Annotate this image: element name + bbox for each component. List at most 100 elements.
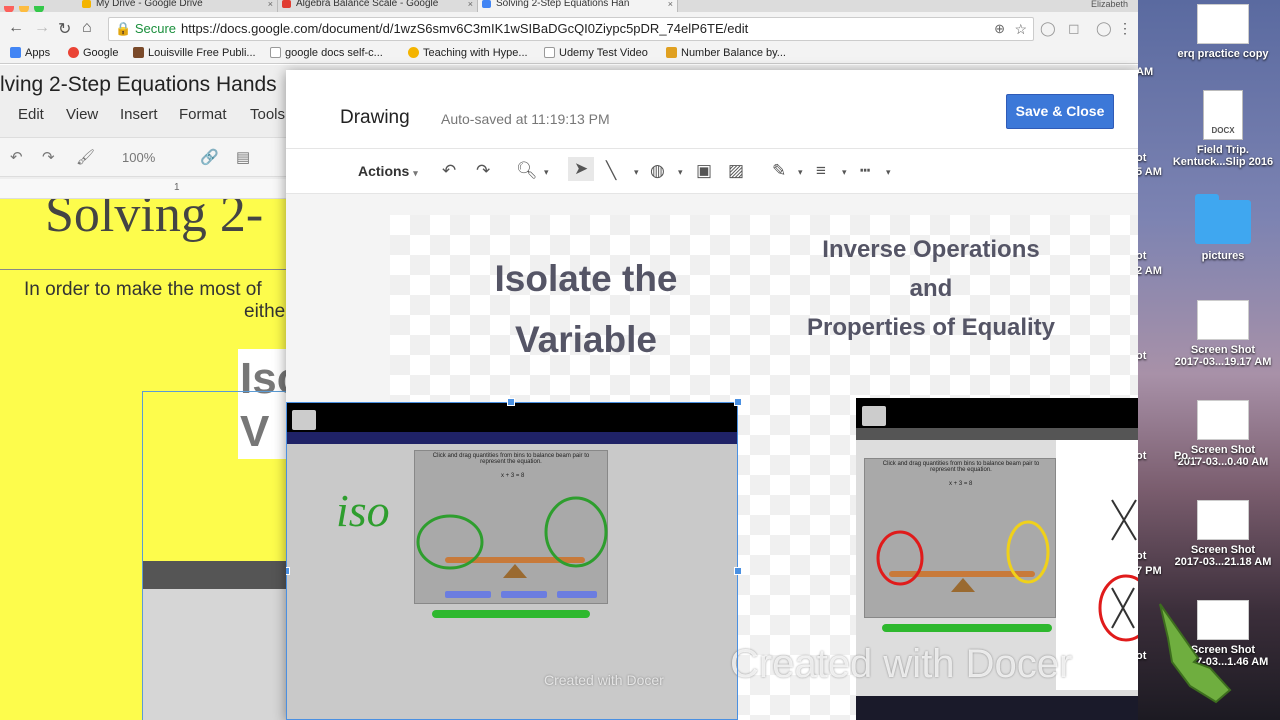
tab-balance-scale[interactable]: Algebra Balance Scale - Google × (278, 0, 478, 12)
bookmark-label: Teaching with Hype... (423, 47, 528, 59)
annotation-layer: iso (336, 485, 1138, 642)
comment-icon[interactable]: ▤ (236, 148, 250, 166)
divider (0, 269, 290, 270)
extension-icon[interactable]: ◻ (1068, 20, 1080, 37)
extension-icon[interactable]: ◯ (1096, 20, 1112, 37)
library-icon (133, 47, 144, 58)
undo-icon[interactable]: ↶ (10, 148, 23, 166)
desktop-file-fieldtrip[interactable]: Field Trip. Kentuck...Slip 2016 (1170, 90, 1276, 168)
tab-my-drive[interactable]: My Drive - Google Drive × (78, 0, 278, 12)
tab-solving-equations[interactable]: Solving 2-Step Equations Han × (478, 0, 678, 12)
close-tab-icon[interactable]: × (468, 0, 473, 9)
bookmark-label: Louisville Free Publi... (148, 47, 256, 59)
intro-text-continued: eithe (244, 301, 286, 322)
bookmark-hype[interactable]: Teaching with Hype... (408, 47, 528, 59)
bookmark-apps[interactable]: Apps (10, 47, 50, 59)
drawing-dialog: Drawing Auto-saved at 11:19:13 PM Save &… (286, 70, 1138, 720)
handwritten-iso: iso (336, 485, 390, 536)
page-icon (544, 47, 555, 58)
page-heading: Solving 2- (45, 199, 264, 243)
extension-icon[interactable]: ◯ (1040, 20, 1056, 37)
tab-label: Algebra Balance Scale - Google (296, 0, 439, 9)
desktop-side-fragment: 5 AM (1136, 166, 1162, 178)
desktop-file-label: pictures (1201, 250, 1245, 262)
tab-label: My Drive - Google Drive (96, 0, 203, 9)
close-tab-icon[interactable]: × (668, 0, 673, 9)
desktop-file-label: Screen Shot 2017-03...19.17 AM (1174, 344, 1272, 368)
bookmark-louisville[interactable]: Louisville Free Publi... (133, 47, 256, 59)
bookmark-udemy[interactable]: Udemy Test Video (544, 47, 648, 59)
ruler: 1 (0, 179, 290, 199)
selection-outline (142, 391, 290, 720)
desktop-file-label: erq practice copy (1177, 48, 1269, 60)
bookmark-label: Udemy Test Video (559, 47, 648, 59)
reload-icon[interactable]: ↻ (58, 19, 71, 39)
site-icon (282, 0, 291, 8)
bookmark-star-icon[interactable]: ☆ (1014, 18, 1027, 40)
apps-icon (10, 47, 21, 58)
desktop-folder-pictures[interactable]: pictures (1170, 194, 1276, 262)
bookmark-label: Google (83, 47, 119, 59)
bookmark-number-balance[interactable]: Number Balance by... (666, 47, 786, 59)
x-mark-icon (1111, 499, 1137, 541)
zoom-icon[interactable]: ⊕ (994, 18, 1005, 40)
bookmark-label: Apps (25, 47, 51, 59)
bookmark-gdocs[interactable]: google docs self-c... (270, 47, 383, 59)
green-circle-left (416, 514, 484, 570)
redo-icon[interactable]: ↷ (42, 148, 55, 166)
screenshot-thumbnail-icon (1197, 300, 1249, 340)
google-icon (68, 47, 79, 58)
back-icon[interactable]: ← (8, 19, 24, 37)
x-mark-icon (1111, 587, 1135, 629)
lock-icon: 🔒 (115, 21, 132, 36)
page-icon (270, 47, 281, 58)
menu-edit[interactable]: Edit (18, 106, 44, 123)
drive-icon (82, 0, 91, 8)
menu-view[interactable]: View (66, 106, 98, 123)
ruler-mark: 1 (174, 182, 180, 193)
tab-label: Solving 2-Step Equations Han (496, 0, 630, 9)
bookmark-label: google docs self-c... (285, 47, 383, 59)
desktop-file-screenshot-1[interactable]: Screen Shot 2017-03...19.17 AM (1170, 300, 1276, 368)
paint-format-icon[interactable]: 🖌 (76, 148, 95, 166)
document-title[interactable]: lving 2-Step Equations Hands (0, 73, 277, 97)
desktop-file-erq[interactable]: erq practice copy (1170, 4, 1276, 60)
menu-insert[interactable]: Insert (120, 106, 158, 123)
tab-strip: My Drive - Google Drive × Algebra Balanc… (0, 0, 1138, 13)
green-circle-right (544, 496, 608, 568)
screenshot-thumbnail-icon (1197, 500, 1249, 540)
docs-icon (482, 0, 491, 8)
browser-toolbar: ← → ↻ ⌂ 🔒 Secure https://docs.google.com… (0, 12, 1138, 46)
address-bar[interactable]: 🔒 Secure https://docs.google.com/documen… (108, 17, 1034, 41)
docx-file-icon (1203, 90, 1243, 140)
desktop-file-label: Field Trip. Kentuck...Slip 2016 (1172, 144, 1274, 168)
desktop-file-screenshot-3[interactable]: Screen Shot 2017-03...21.18 AM (1170, 500, 1276, 568)
pin-icon (408, 47, 419, 58)
balance-icon (666, 47, 677, 58)
pointer-hand-icon (1159, 603, 1232, 704)
folder-icon (1195, 194, 1251, 244)
browser-window: My Drive - Google Drive × Algebra Balanc… (0, 0, 1138, 720)
document-page[interactable]: Solving 2- In order to make the most of … (0, 199, 290, 720)
menu-kebab-icon[interactable]: ⋮ (1118, 20, 1132, 37)
bookmark-label: Number Balance by... (681, 47, 786, 59)
link-icon[interactable]: 🔗 (200, 148, 219, 166)
intro-text: In order to make the most of (24, 279, 262, 300)
profile-name[interactable]: Elizabeth (1091, 0, 1128, 9)
desktop-file-label: Screen Shot 2017-03...21.18 AM (1174, 544, 1272, 568)
desktop-partial-label: Po... (1174, 450, 1198, 462)
desktop-side-fragment: AM (1136, 66, 1154, 78)
bookmark-google[interactable]: Google (68, 47, 118, 59)
zoom-select[interactable]: 100% (122, 150, 155, 165)
menu-tools[interactable]: Tools (250, 106, 285, 123)
menu-format[interactable]: Format (179, 106, 227, 123)
secure-indicator[interactable]: 🔒 Secure (115, 18, 176, 40)
desktop-side-fragment: 7 PM (1136, 565, 1162, 577)
url-text[interactable]: https://docs.google.com/document/d/1wzS6… (181, 18, 748, 40)
close-tab-icon[interactable]: × (268, 0, 273, 9)
red-circle (876, 530, 924, 586)
home-icon[interactable]: ⌂ (82, 19, 92, 37)
red-circle-x (1098, 574, 1138, 642)
bookmarks-bar: Apps Google Louisville Free Publi... goo… (0, 46, 1138, 64)
forward-icon[interactable]: → (34, 19, 50, 37)
